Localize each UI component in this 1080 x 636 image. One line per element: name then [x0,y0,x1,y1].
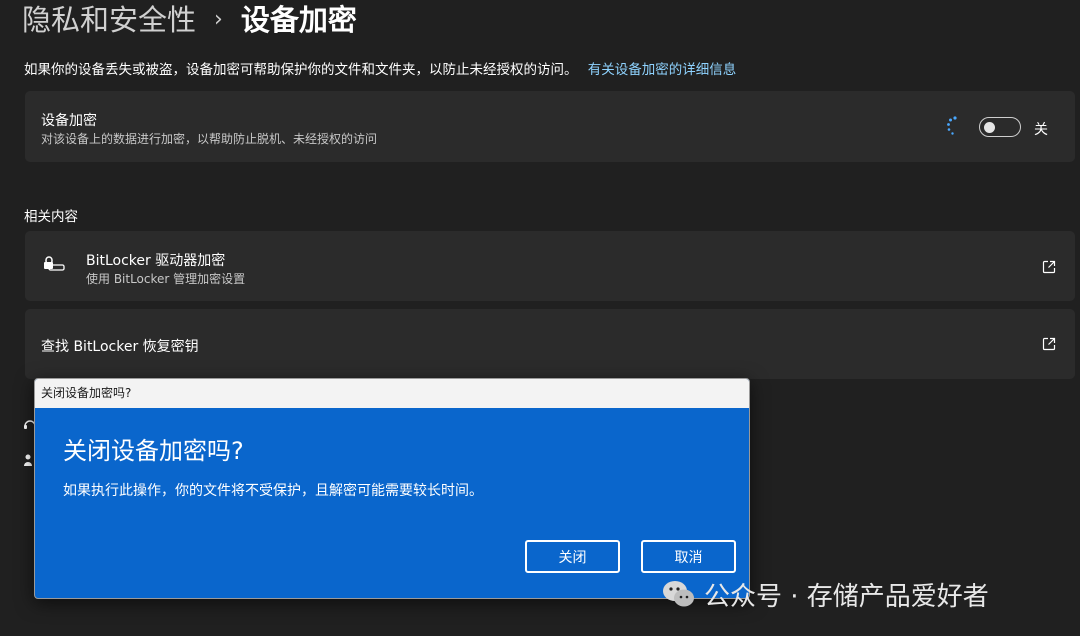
recovery-key-title: 查找 BitLocker 恢复密钥 [41,339,199,355]
toggle-knob [984,122,995,133]
device-encryption-card: 设备加密 对该设备上的数据进行加密，以帮助防止脱机、未经授权的访问 [25,91,1075,162]
dialog-message: 如果执行此操作，你的文件将不受保护，且解密可能需要较长时间。 [63,483,483,499]
details-link[interactable]: 有关设备加密的详细信息 [588,62,737,78]
device-encryption-title: 设备加密 [41,113,97,129]
description-text: 如果你的设备丢失或被盗，设备加密可帮助保护你的文件和文件夹，以防止未经授权的访问… [24,62,578,78]
bitlocker-card[interactable]: BitLocker 驱动器加密 使用 BitLocker 管理加密设置 [25,231,1075,301]
related-content-title: 相关内容 [24,209,78,225]
confirm-dialog: 关闭设备加密吗? 关闭设备加密吗? 如果执行此操作，你的文件将不受保护，且解密可… [34,378,750,599]
bitlocker-subtitle: 使用 BitLocker 管理加密设置 [86,272,246,286]
bitlocker-title: BitLocker 驱动器加密 [86,253,226,269]
breadcrumb-separator: › [214,7,223,32]
watermark-text: 公众号 · 存储产品爱好者 [704,581,989,612]
breadcrumb: 隐私和安全性 › 设备加密 [22,0,357,40]
breadcrumb-parent[interactable]: 隐私和安全性 [22,0,196,40]
drive-lock-icon [44,256,65,271]
device-encryption-subtitle: 对该设备上的数据进行加密，以帮助防止脱机、未经授权的访问 [41,132,378,146]
dialog-titlebar[interactable]: 关闭设备加密吗? [35,379,749,408]
dialog-heading: 关闭设备加密吗? [63,437,244,465]
device-encryption-toggle[interactable] [979,117,1021,137]
turn-off-button[interactable]: 关闭 [525,540,620,573]
page-title: 设备加密 [240,3,357,37]
settings-window: 隐私和安全性 › 设备加密 如果你的设备丢失或被盗，设备加密可帮助保护你的文件和… [0,0,1080,636]
wechat-icon [663,581,694,607]
toggle-state-label: 关 [1034,122,1048,138]
external-link-icon[interactable] [1042,260,1056,274]
page-description: 如果你的设备丢失或被盗，设备加密可帮助保护你的文件和文件夹，以防止未经授权的访问… [24,58,736,78]
watermark: 公众号 · 存储产品爱好者 [662,574,989,614]
external-link-icon[interactable] [1042,337,1056,351]
loading-spinner-icon [947,116,957,135]
cancel-button[interactable]: 取消 [641,540,736,573]
recovery-key-card[interactable]: 查找 BitLocker 恢复密钥 [25,309,1075,379]
